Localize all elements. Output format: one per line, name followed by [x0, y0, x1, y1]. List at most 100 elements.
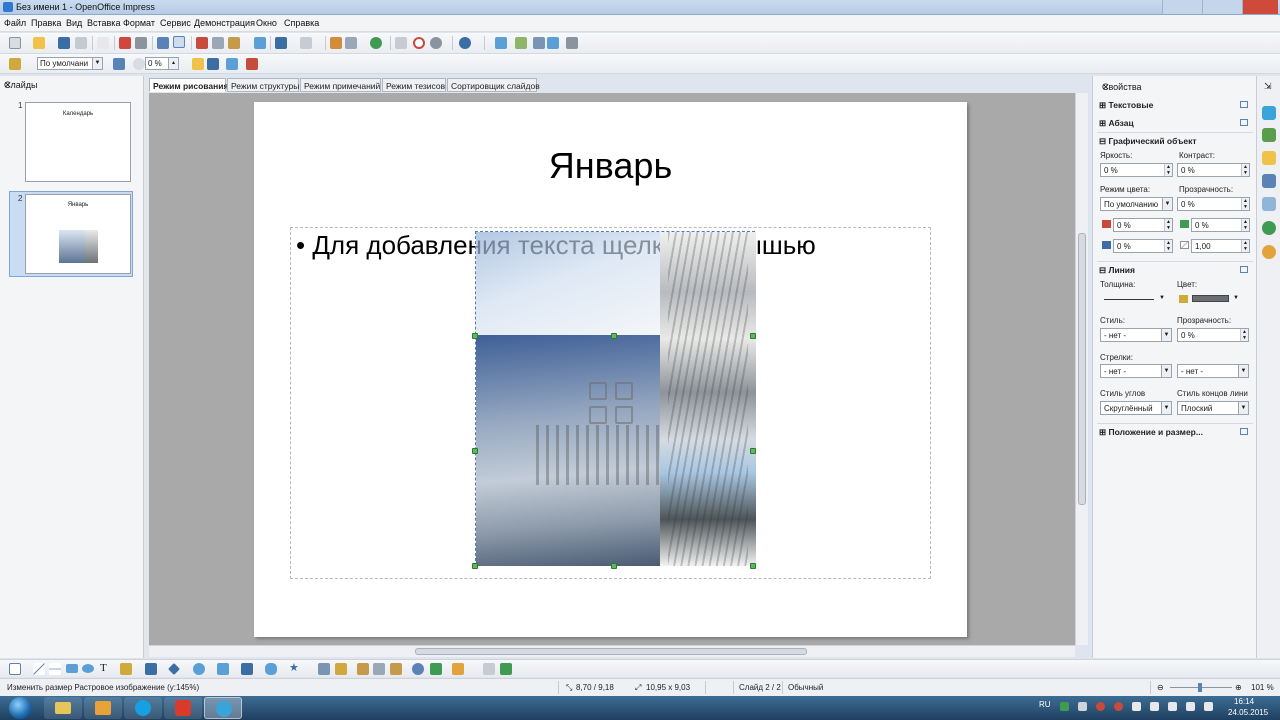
slide-thumbnail-1[interactable]: Календарь	[25, 102, 131, 182]
fontwork-icon[interactable]	[357, 663, 369, 675]
resize-handle[interactable]	[750, 333, 756, 339]
slide-design-icon[interactable]	[515, 37, 527, 49]
slide-transition-icon[interactable]	[1262, 174, 1276, 188]
close-icon[interactable]: ✕	[4, 80, 140, 91]
rectangle-icon[interactable]	[66, 664, 78, 673]
rotation-field[interactable]: 0 % ▴	[145, 57, 179, 70]
menu-format[interactable]: Формат	[123, 18, 155, 28]
callouts-icon[interactable]	[265, 663, 277, 675]
undo-icon[interactable]	[275, 37, 287, 49]
browser-taskbar-button[interactable]	[164, 697, 202, 719]
horizontal-scrollbar[interactable]	[149, 645, 1075, 657]
tray-icon[interactable]	[1204, 702, 1213, 711]
spin-icon[interactable]: ▲ ▼	[1241, 164, 1249, 176]
skype-taskbar-button[interactable]	[124, 697, 162, 719]
spellcheck-icon[interactable]	[157, 37, 169, 49]
cap-style-select[interactable]: Плоский ▼	[1177, 401, 1249, 415]
image-group[interactable]	[475, 231, 756, 566]
tray-icon[interactable]	[1096, 702, 1105, 711]
line-icon[interactable]	[33, 663, 45, 675]
clock-time[interactable]: 16:14	[1234, 697, 1254, 706]
close-icon[interactable]: ✕	[1102, 82, 1251, 93]
zoom-in-icon[interactable]: ⊕	[1235, 683, 1242, 692]
explorer-taskbar-button[interactable]	[44, 697, 82, 719]
transparency-field[interactable]: 0 % ▲ ▼	[1177, 197, 1250, 211]
menu-edit[interactable]: Правка	[31, 18, 61, 28]
glue-points-icon[interactable]	[335, 663, 347, 675]
blue-field[interactable]: 0 % ▲ ▼	[1113, 239, 1173, 253]
insert-chart-icon[interactable]	[615, 382, 633, 400]
resize-handle[interactable]	[611, 563, 617, 569]
anchor-icon[interactable]	[192, 58, 204, 70]
red-field[interactable]: 0 % ▲ ▼	[1113, 218, 1173, 232]
arrange-icon[interactable]	[207, 58, 219, 70]
chart-icon[interactable]	[330, 37, 342, 49]
new-slide-icon[interactable]	[533, 37, 545, 49]
insert-video-icon[interactable]	[615, 406, 633, 424]
slide-thumbnail-2[interactable]: Январь	[25, 194, 131, 274]
close-window-button[interactable]	[1242, 0, 1278, 14]
autospell-icon[interactable]	[173, 36, 185, 48]
resize-handle[interactable]	[611, 333, 617, 339]
network-icon[interactable]	[1150, 702, 1159, 711]
insert-table-icon[interactable]	[589, 382, 607, 400]
spin-icon[interactable]: ▲ ▼	[1241, 240, 1249, 252]
tab-slide-sorter[interactable]: Сортировщик слайдов	[447, 78, 540, 92]
format-paintbrush-icon[interactable]	[254, 37, 266, 49]
export-pdf-icon[interactable]	[119, 37, 131, 49]
zoom-icon[interactable]	[430, 37, 442, 49]
arrow-end-select[interactable]: - нет - ▼	[1177, 364, 1249, 378]
tray-icon[interactable]	[1078, 702, 1087, 711]
rotate-icon[interactable]	[133, 58, 145, 70]
section-line[interactable]: ⊟ Линия	[1099, 265, 1135, 276]
toggle-extrusion-icon[interactable]	[500, 663, 512, 675]
line-width-select[interactable]: ▼	[1100, 293, 1166, 305]
presentation-icon[interactable]	[566, 37, 578, 49]
master-pages-icon[interactable]	[1262, 197, 1276, 211]
menu-tools[interactable]: Сервис	[160, 18, 191, 28]
start-button[interactable]	[0, 696, 40, 720]
paste-icon[interactable]	[228, 37, 240, 49]
cut-icon[interactable]	[196, 37, 208, 49]
slide-title[interactable]: Январь	[254, 145, 967, 187]
slide-show-icon[interactable]	[547, 37, 559, 49]
menu-window[interactable]: Окно	[256, 18, 277, 28]
resize-handle[interactable]	[472, 448, 478, 454]
grid-icon[interactable]	[395, 37, 407, 49]
section-text[interactable]: ⊞ Текстовые	[1099, 100, 1153, 111]
arrow-start-select[interactable]: - нет - ▼	[1100, 364, 1172, 378]
line-style-select[interactable]: - нет - ▼	[1100, 328, 1172, 342]
more-options-icon[interactable]	[1240, 428, 1248, 435]
dock-menu-icon[interactable]: ⇲	[1264, 81, 1272, 92]
help-icon[interactable]	[459, 37, 471, 49]
slide-layouts-icon[interactable]	[1262, 128, 1276, 142]
redo-icon[interactable]	[300, 37, 312, 49]
save-icon[interactable]	[58, 37, 70, 49]
text-icon[interactable]: T	[100, 662, 107, 674]
transform-icon[interactable]	[113, 58, 125, 70]
media-taskbar-button[interactable]	[84, 697, 122, 719]
language-indicator[interactable]: RU	[1039, 700, 1051, 709]
line-color-select[interactable]: ▼	[1179, 293, 1241, 305]
menu-insert[interactable]: Вставка	[87, 18, 120, 28]
scroll-thumb[interactable]	[1078, 233, 1086, 505]
line-transparency-field[interactable]: 0 % ▲ ▼	[1177, 328, 1249, 342]
arrow-line-icon[interactable]	[49, 663, 61, 675]
menu-file[interactable]: Файл	[4, 18, 26, 28]
new-document-icon[interactable]	[9, 37, 21, 49]
tray-icon[interactable]	[1186, 702, 1195, 711]
slide[interactable]: Январь • Для добавления текста щелкните …	[254, 102, 967, 637]
tab-notes[interactable]: Режим примечаний	[300, 78, 381, 92]
edit-file-icon[interactable]	[97, 37, 109, 49]
ellipse-icon[interactable]	[82, 664, 94, 673]
menu-slideshow[interactable]: Демонстрация	[194, 18, 255, 28]
crop-icon[interactable]	[246, 58, 258, 70]
pane-splitter[interactable]	[144, 76, 148, 658]
menu-view[interactable]: Вид	[66, 18, 82, 28]
zoom-out-icon[interactable]: ⊖	[1157, 683, 1164, 692]
line-style-icon[interactable]	[9, 58, 21, 70]
open-icon[interactable]	[33, 37, 45, 49]
block-arrows-icon[interactable]	[217, 663, 229, 675]
insert-picture-icon[interactable]	[589, 406, 607, 424]
flowchart-icon[interactable]	[241, 663, 253, 675]
